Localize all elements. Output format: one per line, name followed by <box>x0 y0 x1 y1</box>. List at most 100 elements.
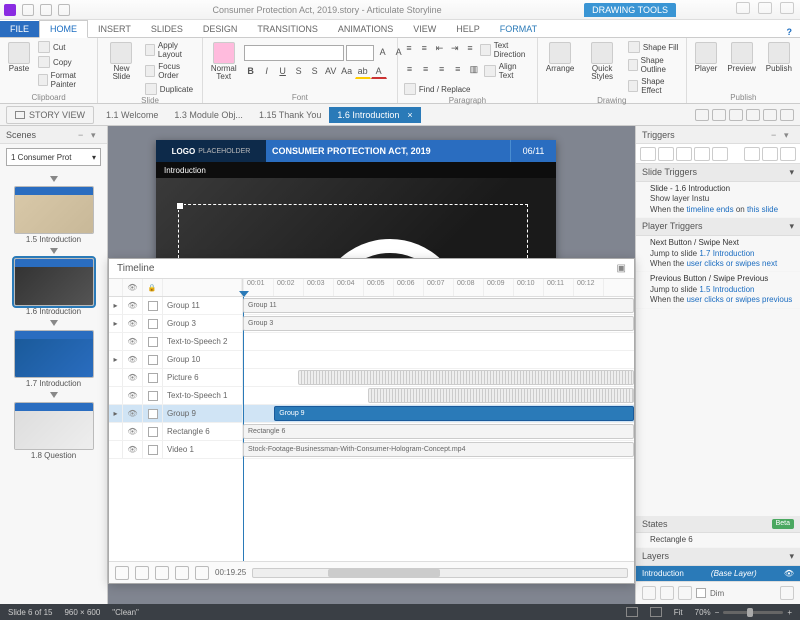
timeline-dock-button[interactable]: ▣ <box>617 263 626 274</box>
quick-access-redo[interactable] <box>58 4 70 16</box>
visibility-toggle[interactable] <box>123 369 143 386</box>
timeline-row[interactable]: ▸ Group 3Group 3 <box>109 315 634 333</box>
lock-toggle[interactable] <box>143 351 163 368</box>
outdent-button[interactable]: ⇤ <box>432 40 446 56</box>
view-phone-landscape-button[interactable] <box>746 109 760 121</box>
player-triggers-header[interactable]: Player Triggers▾ <box>636 218 800 236</box>
paste-trigger-button[interactable] <box>694 147 710 161</box>
font-family-select[interactable] <box>244 45 344 61</box>
audio-waveform[interactable] <box>368 388 634 403</box>
shape-outline-button[interactable]: Shape Outline <box>626 55 682 75</box>
timeline-row[interactable]: ▸Group 9Group 9 <box>109 405 634 423</box>
publish-button[interactable]: Publish <box>762 40 796 75</box>
cut-button[interactable]: Cut <box>36 40 93 54</box>
scene-thumb[interactable] <box>14 402 94 450</box>
lock-toggle[interactable] <box>143 387 163 404</box>
minimize-button[interactable] <box>736 2 750 14</box>
new-slide-button[interactable]: New Slide <box>102 40 140 83</box>
layer-settings-button[interactable] <box>780 586 794 600</box>
lock-toggle[interactable] <box>143 297 163 314</box>
timeline-clip[interactable]: Rectangle 6 <box>243 424 634 439</box>
shape-effect-button[interactable]: Shape Effect <box>626 76 682 96</box>
zoom-in-button[interactable] <box>195 566 209 580</box>
slide-tab[interactable]: 1.1 Welcome <box>98 107 166 123</box>
timeline-clip[interactable]: Stock-Footage-Businessman-With-Consumer-… <box>243 442 634 457</box>
align-text-button[interactable]: Align Text <box>482 61 532 81</box>
case-button[interactable]: Aa <box>339 63 355 79</box>
layers-header[interactable]: Layers▾ <box>636 548 800 566</box>
visibility-toggle[interactable] <box>123 315 143 332</box>
state-rect6[interactable]: Rectangle 6 <box>636 533 800 548</box>
expand-toggle[interactable]: ▸ <box>109 315 123 332</box>
align-left-button[interactable]: ≡ <box>402 61 417 77</box>
scene-thumb[interactable] <box>14 186 94 234</box>
close-button[interactable] <box>780 2 794 14</box>
scene-thumb[interactable] <box>14 258 94 306</box>
visibility-toggle[interactable] <box>123 297 143 314</box>
object-name[interactable]: Group 3 <box>163 315 243 332</box>
variables-button[interactable] <box>780 147 796 161</box>
stop-button[interactable] <box>135 566 149 580</box>
view-settings-button[interactable] <box>780 109 794 121</box>
copy-trigger-button[interactable] <box>676 147 692 161</box>
track[interactable] <box>243 369 634 386</box>
del-layer-button[interactable] <box>678 586 692 600</box>
audio-waveform[interactable] <box>298 370 634 385</box>
tab-file[interactable]: FILE <box>0 21 39 37</box>
preview-button[interactable]: Preview <box>723 40 759 75</box>
font-color-button[interactable]: A <box>371 63 387 79</box>
tab-insert[interactable]: INSERT <box>88 21 141 37</box>
object-name[interactable]: Group 10 <box>163 351 243 368</box>
timeline-row[interactable]: Text-to-Speech 2 <box>109 333 634 351</box>
copy-button[interactable]: Copy <box>36 55 93 69</box>
eye-icon[interactable]: 👁 <box>784 569 794 578</box>
track[interactable]: Group 9 <box>243 405 634 422</box>
visibility-toggle[interactable] <box>123 423 143 440</box>
timeline-ruler[interactable]: 00:0100:0200:0300:0400:0500:0600:0700:08… <box>243 279 634 296</box>
timeline-row[interactable]: ▸Group 11Group 11 <box>109 297 634 315</box>
timeline-row[interactable]: Rectangle 6Rectangle 6 <box>109 423 634 441</box>
dup-layer-button[interactable] <box>660 586 674 600</box>
scene-thumb[interactable] <box>14 330 94 378</box>
strike-button[interactable]: S <box>291 63 307 79</box>
align-right-button[interactable]: ≡ <box>434 61 449 77</box>
slide-tab[interactable]: 1.15 Thank You <box>251 107 329 123</box>
maximize-button[interactable] <box>758 2 772 14</box>
triggers-collapse-button[interactable]: − <box>771 130 781 140</box>
track[interactable] <box>243 387 634 404</box>
format-painter-button[interactable]: Format Painter <box>36 70 93 90</box>
timeline-row[interactable]: Picture 6 <box>109 369 634 387</box>
timeline-clip[interactable]: Group 11 <box>243 298 634 313</box>
scenes-collapse-button[interactable]: − <box>78 130 88 140</box>
tab-design[interactable]: DESIGN <box>193 21 248 37</box>
slide-tab[interactable]: 1.6 Introduction× <box>329 107 420 123</box>
timeline-row[interactable]: Text-to-Speech 1 <box>109 387 634 405</box>
zoom-slider[interactable] <box>723 611 783 614</box>
track[interactable]: Group 3 <box>243 315 634 332</box>
scenes-menu-button[interactable]: ▾ <box>91 130 101 140</box>
track[interactable] <box>243 333 634 350</box>
expand-toggle[interactable]: ▸ <box>109 405 123 422</box>
timeline-row[interactable]: ▸Group 10 <box>109 351 634 369</box>
new-layer-button[interactable] <box>642 586 656 600</box>
timeline-row[interactable]: Video 1Stock-Footage-Businessman-With-Co… <box>109 441 634 459</box>
base-layer-row[interactable]: Introduction(Base Layer)👁 <box>636 566 800 581</box>
player-button[interactable]: Player <box>691 40 722 75</box>
scene-selector[interactable]: 1 Consumer Prot▾ <box>6 148 101 166</box>
slide-tab[interactable]: 1.3 Module Obj... <box>166 107 251 123</box>
move-down-button[interactable] <box>762 147 778 161</box>
lock-column-header[interactable] <box>143 279 163 296</box>
zoom-plus-button[interactable]: + <box>787 608 792 617</box>
quick-access-undo[interactable] <box>40 4 52 16</box>
fit-button[interactable]: Fit <box>674 608 683 617</box>
slide-triggers-header[interactable]: Slide Triggers▾ <box>636 164 800 182</box>
trigger-next-item[interactable]: Next Button / Swipe Next Jump to slide 1… <box>636 236 800 272</box>
object-name[interactable]: Video 1 <box>163 441 243 458</box>
expand-toggle[interactable] <box>109 369 123 386</box>
shadow-button[interactable]: S <box>307 63 323 79</box>
shape-fill-button[interactable]: Shape Fill <box>626 40 682 54</box>
highlight-button[interactable]: ab <box>355 63 371 79</box>
tab-animations[interactable]: ANIMATIONS <box>328 21 403 37</box>
help-icon[interactable]: ? <box>779 27 800 37</box>
visibility-toggle[interactable] <box>123 387 143 404</box>
